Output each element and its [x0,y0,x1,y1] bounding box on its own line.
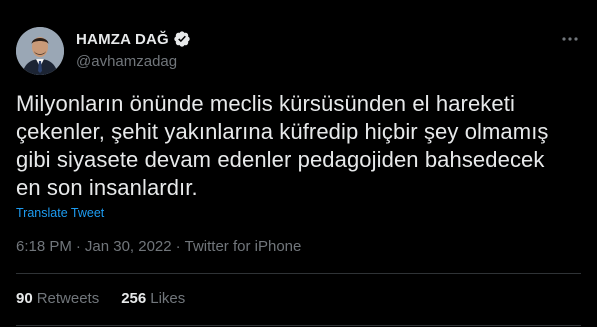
retweets-label: Retweets [36,290,100,307]
translate-tweet-link[interactable]: Translate Tweet [16,206,104,220]
likes-stat[interactable]: 256 Likes [121,290,185,307]
tweet-meta: 6:18 PM · Jan 30, 2022 · Twitter for iPh… [16,238,301,255]
tweet-date[interactable]: Jan 30, 2022 [85,238,172,255]
tweet-source[interactable]: Twitter for iPhone [185,238,302,255]
verified-badge-icon [173,30,191,48]
avatar[interactable] [16,27,64,75]
author-handle[interactable]: @avhamzadag [76,53,177,70]
author-display-name[interactable]: HAMZA DAĞ [76,31,169,48]
likes-count: 256 [121,290,147,307]
meta-separator: · [75,238,81,255]
profile-photo-icon [16,27,64,75]
tweet-card: HAMZA DAĞ @avhamzadag Milyonların önünde… [0,0,597,327]
author-name-row: HAMZA DAĞ [76,30,191,48]
more-options-icon[interactable] [559,28,581,50]
retweets-stat[interactable]: 90 Retweets [16,290,99,307]
retweets-count: 90 [16,290,33,307]
divider [16,325,581,326]
tweet-time[interactable]: 6:18 PM [16,238,72,255]
meta-separator: · [175,238,181,255]
tweet-text: Milyonların önünde meclis kürsüsünden el… [16,91,549,200]
likes-label: Likes [150,290,186,307]
engagement-stats: 90 Retweets 256 Likes [16,290,185,307]
divider [16,273,581,274]
